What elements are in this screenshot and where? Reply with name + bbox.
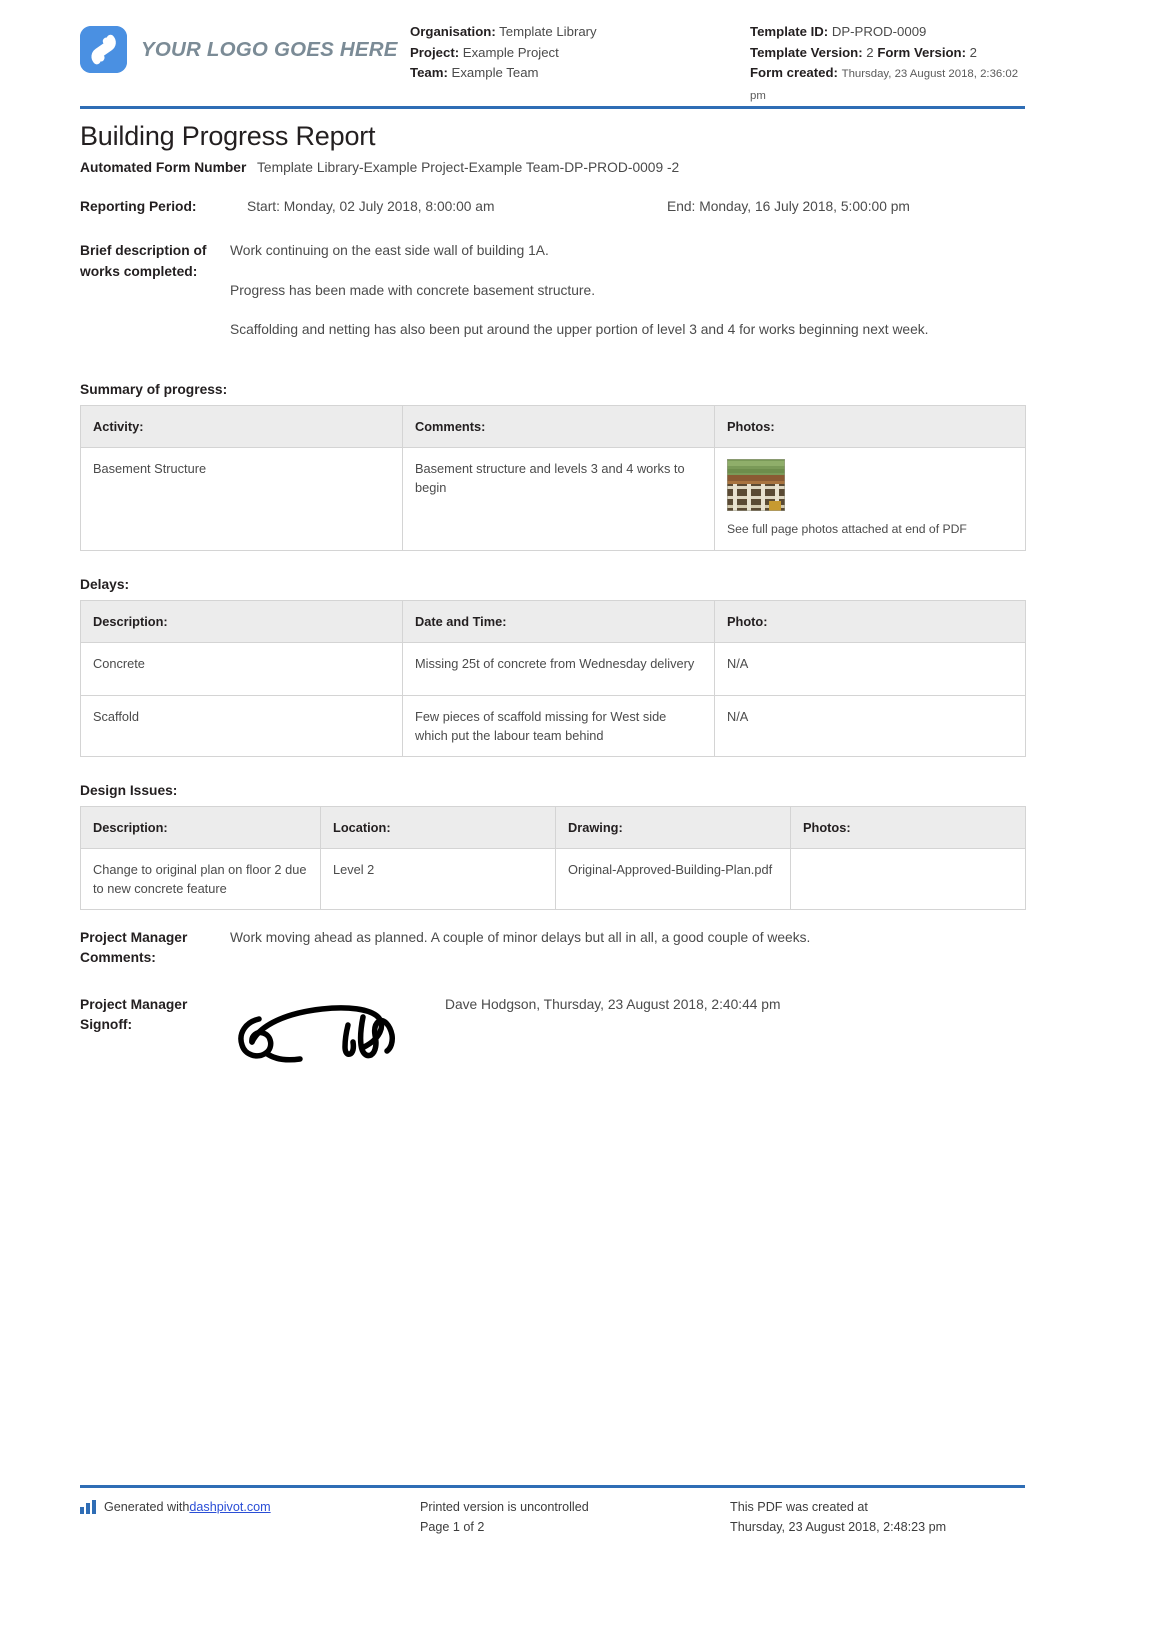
logo-text: YOUR LOGO GOES HERE [141,37,398,61]
project-label: Project: [410,44,460,60]
field-label: Project Manager Signoff: [80,996,188,1033]
footer-uncontrolled-text: Printed version is uncontrolled [420,1500,589,1514]
field-label: Brief description of works completed: [80,243,207,279]
design-issues-table: Description: Location: Drawing: Photos: … [80,805,1026,910]
form-created-line: Form created: Thursday, 23 August 2018, … [750,63,1025,106]
organisation-label: Organisation: [410,24,496,39]
footer-created-block: This PDF was created at Thursday, 23 Aug… [730,1497,1025,1537]
table-row: Change to original plan on floor 2 due t… [80,847,1026,910]
description-paragraph: Work continuing on the east side wall of… [230,243,549,258]
design-issues-heading: Design Issues: [80,782,178,798]
cell-description: Change to original plan on floor 2 due t… [80,847,321,910]
field-automated-form-number: Automated Form Number Template Library-E… [80,158,1025,179]
project-line: Project: Example Project [410,43,750,64]
template-version-value: 2 [866,44,874,60]
footer-generated-text: Generated with [104,1500,190,1514]
logo-block: YOUR LOGO GOES HERE [80,22,410,73]
reporting-period-start: Start: Monday, 02 July 2018, 8:00:00 am [247,198,495,214]
delays-table: Description: Date and Time: Photo: Concr… [80,599,1026,757]
column-header-description: Description: [80,805,321,849]
table-row: Scaffold Few pieces of scaffold missing … [80,694,1026,757]
document-header: YOUR LOGO GOES HERE Organisation: Templa… [80,0,1025,102]
column-header-comments: Comments: [402,404,715,448]
column-header-drawing: Drawing: [555,805,791,849]
cell-photos [790,847,1026,910]
field-project-manager-signoff: Project Manager Signoff: Dave Hodgson, T… [80,995,1025,1078]
table-row: Concrete Missing 25t of concrete from We… [80,641,1026,696]
company-logo-icon [80,26,127,73]
form-version-value: 2 [969,44,977,60]
cell-date-and-time: Few pieces of scaffold missing for West … [402,694,715,757]
description-paragraph: Progress has been made with concrete bas… [230,282,596,298]
delays-heading: Delays: [80,576,130,592]
cell-photos: See full page photos attached at end of … [714,446,1026,551]
photo-caption: See full page photos attached at end of … [727,521,967,536]
cell-location: Level 2 [320,847,556,910]
template-id-value: DP-PROD-0009 [831,24,927,39]
bar-chart-icon [80,1497,97,1520]
table-header-row: Description: Date and Time: Photo: [80,599,1026,643]
footer-created-label: This PDF was created at [730,1500,868,1514]
field-value: Work moving ahead as planned. A couple o… [230,929,811,945]
team-value: Example Team [451,65,539,80]
template-id-label: Template ID: [750,24,829,39]
form-created-label: Form created: [750,65,838,80]
cell-photo: N/A [714,694,1026,757]
version-line: Template Version: 2 Form Version: 2 [750,43,1025,64]
page-content: YOUR LOGO GOES HERE Organisation: Templa… [80,0,1026,1082]
footer-page-number: Page 1 of 2 [420,1520,485,1534]
cell-photo: N/A [714,641,1026,696]
column-header-photos: Photos: [790,805,1026,849]
summary-of-progress-table: Activity: Comments: Photos: Basement Str… [80,404,1026,551]
description-paragraph: Scaffolding and netting has also been pu… [230,322,929,337]
column-header-date-and-time: Date and Time: [402,599,715,643]
cell-activity: Basement Structure [80,446,403,551]
signature-area [230,995,445,1078]
summary-of-progress-heading: Summary of progress: [80,381,228,397]
field-value: Template Library-Example Project-Example… [257,160,680,175]
footer-created-value: Thursday, 23 August 2018, 2:48:23 pm [730,1520,947,1534]
table-header-row: Description: Location: Drawing: Photos: [80,805,1026,849]
field-project-manager-comments: Project Manager Comments: Work moving ah… [80,928,1025,969]
cell-date-and-time: Missing 25t of concrete from Wednesday d… [402,641,715,696]
column-header-activity: Activity: [80,404,403,448]
footer-uncontrolled-block: Printed version is uncontrolled Page 1 o… [420,1497,730,1537]
organisation-line: Organisation: Template Library [410,22,750,43]
form-version-label: Form Version: [877,44,966,60]
cell-drawing: Original-Approved-Building-Plan.pdf [555,847,791,910]
team-label: Team: [410,65,448,80]
column-header-photo: Photo: [714,599,1026,643]
template-version-label: Template Version: [750,44,863,60]
document-page: YOUR LOGO GOES HERE Organisation: Templa… [0,0,1153,1631]
footer-generated-block: Generated with dashpivot.com [80,1497,420,1537]
signature-name-and-date: Dave Hodgson, Thursday, 23 August 2018, … [445,996,781,1012]
field-label: Automated Form Number [80,160,247,175]
field-brief-description: Brief description of works completed: Wo… [80,241,1025,341]
team-line: Team: Example Team [410,63,750,84]
construction-site-photo[interactable] [727,458,785,511]
organisation-value: Template Library [499,24,597,39]
table-header-row: Activity: Comments: Photos: [80,404,1026,448]
field-reporting-period: Reporting Period: Start: Monday, 02 July… [80,197,1025,218]
column-header-location: Location: [320,805,556,849]
project-value: Example Project [462,44,559,60]
reporting-period-end: End: Monday, 16 July 2018, 5:00:00 pm [667,198,910,214]
document-footer: Generated with dashpivot.com Printed ver… [80,1485,1025,1537]
cell-description: Scaffold [80,694,403,757]
cell-description: Concrete [80,641,403,696]
org-meta-block: Organisation: Template Library Project: … [410,22,750,84]
template-id-line: Template ID: DP-PROD-0009 [750,22,1025,43]
page-title: Building Progress Report [80,121,376,151]
column-header-description: Description: [80,599,403,643]
cell-comments: Basement structure and levels 3 and 4 wo… [402,446,715,551]
footer-divider [80,1485,1025,1488]
table-row: Basement Structure Basement structure an… [80,446,1026,551]
field-label: Reporting Period: [80,198,197,214]
field-label: Project Manager Comments: [80,929,188,966]
column-header-photos: Photos: [714,404,1026,448]
template-meta-block: Template ID: DP-PROD-0009 Template Versi… [750,22,1025,106]
dashpivot-link[interactable]: dashpivot.com [189,1497,270,1517]
header-divider [80,106,1025,109]
signature-image [238,1004,395,1062]
